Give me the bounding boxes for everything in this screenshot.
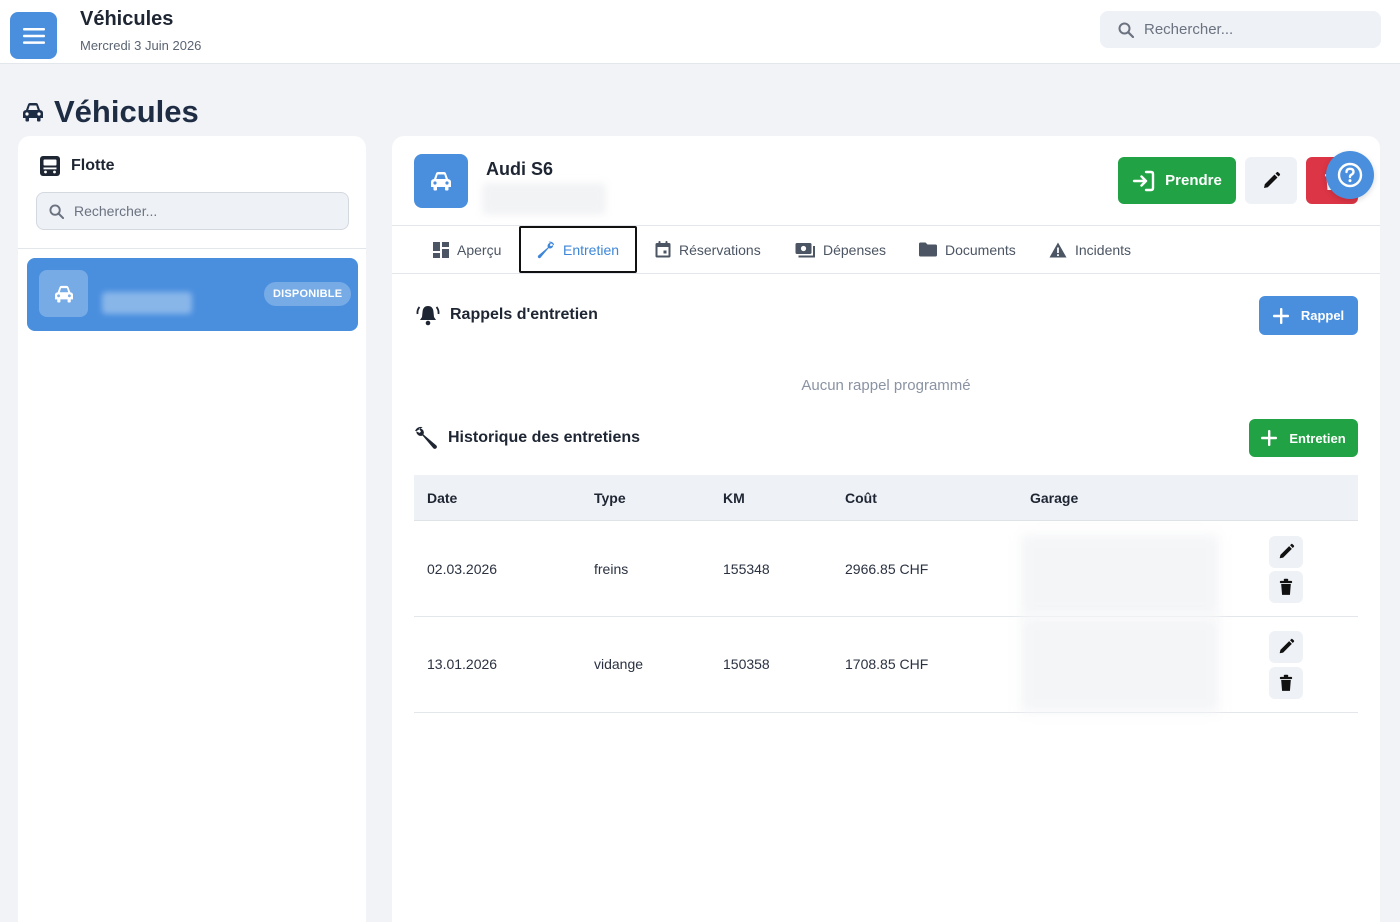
delete-row-button[interactable] [1269,571,1303,603]
tab-reservations[interactable]: Réservations [655,226,761,273]
divider [392,273,1380,274]
take-vehicle-label: Prendre [1165,172,1222,189]
search-icon [49,203,64,219]
table-row: 02.03.2026 freins 155348 2966.85 CHF [414,521,1358,617]
cell-km: 155348 [723,561,770,577]
tab-label: Documents [945,241,1016,258]
reminders-empty-message: Aucun rappel programmé [801,377,971,394]
fleet-search[interactable] [36,192,349,230]
tab-depenses[interactable]: Dépenses [795,226,886,273]
tab-apercu[interactable]: Aperçu [433,226,501,273]
dashboard-icon [433,241,449,258]
plus-icon [1272,307,1289,324]
table-row: 13.01.2026 vidange 150358 1708.85 CHF [414,617,1358,713]
edit-row-button[interactable] [1269,536,1303,568]
table-header: Date Type KM Coût Garage [414,475,1358,521]
redacted-plate [102,292,192,314]
money-icon [795,242,815,257]
fleet-header: Flotte [38,154,115,178]
cell-type: vidange [594,656,644,672]
cell-date: 02.03.2026 [427,561,498,577]
page-heading: Véhicules [22,94,199,130]
trash-icon [1279,674,1293,691]
global-search[interactable] [1100,11,1381,48]
menu-button[interactable] [10,12,57,59]
fleet-header-label: Flotte [71,157,115,174]
vehicle-detail-panel: Audi S6 Prendre Aperçu Entretien Réserva… [392,136,1380,922]
delete-row-button[interactable] [1269,667,1303,699]
plus-icon [1261,430,1278,446]
sign-in-icon [1132,170,1155,191]
history-title-label: Historique des entretiens [448,429,641,446]
bell-icon [416,306,440,326]
folder-icon [919,242,937,257]
vehicle-name: Audi S6 [102,399,155,415]
fleet-search-input[interactable] [74,203,334,219]
add-reminder-button[interactable]: Rappel [1259,296,1358,335]
vehicle-title: Audi S6 [486,159,554,179]
question-circle-icon [1337,162,1363,188]
tab-incidents[interactable]: Incidents [1049,226,1131,273]
add-reminder-label: Rappel [1300,308,1345,323]
redacted-garage [1021,535,1219,615]
edit-row-button[interactable] [1269,631,1303,663]
cell-cost: 2966.85 CHF [845,561,929,577]
vehicle-list-item[interactable]: Audi S6 DISPONIBLE [27,258,358,415]
tab-label: Entretien [563,241,620,258]
car-icon [23,103,43,122]
take-vehicle-button[interactable]: Prendre [1118,157,1236,204]
hamburger-icon [22,27,45,44]
column-header-date: Date [427,490,458,506]
tab-label: Dépenses [823,241,887,258]
column-header-type: Type [594,490,626,506]
reminders-section-title: Rappels d'entretien [416,304,598,326]
current-date: Mercredi 3 Juin 2026 [80,38,202,53]
edit-vehicle-button[interactable] [1245,157,1297,204]
car-icon [54,285,73,303]
help-button[interactable] [1326,151,1374,199]
redacted-plate [482,183,606,215]
wrench-icon [415,426,437,449]
history-section-title: Historique des entretiens [414,426,640,450]
column-header-garage: Garage [1030,490,1079,506]
redacted-garage [1021,617,1219,712]
tab-entretien[interactable]: Entretien [519,226,638,273]
top-bar: Véhicules Mercredi 3 Juin 2026 [0,0,1400,64]
cell-km: 150358 [723,656,770,672]
wrench-icon [537,241,555,258]
calendar-icon [655,241,671,258]
add-maintenance-button[interactable]: Entretien [1249,419,1358,457]
vehicle-avatar [414,154,468,208]
tab-label: Aperçu [457,241,502,258]
status-badge: DISPONIBLE [264,282,352,306]
cell-cost: 1708.85 CHF [845,656,929,672]
tab-documents[interactable]: Documents [919,226,1016,273]
maintenance-table: Date Type KM Coût Garage 02.03.2026 frei… [414,475,1358,713]
add-maintenance-label: Entretien [1289,430,1346,446]
column-header-cost: Coût [845,490,877,506]
cell-type: freins [594,561,629,577]
vehicle-avatar [39,270,88,317]
reminders-title-label: Rappels d'entretien [450,306,598,323]
pencil-icon [1264,171,1281,188]
app-title: Véhicules [80,8,174,30]
pencil-icon [1279,543,1295,559]
bus-icon [40,156,60,176]
column-header-km: KM [723,490,745,506]
page-title: Véhicules [54,94,199,129]
cell-date: 13.01.2026 [427,656,498,672]
warning-icon [1049,242,1067,257]
search-icon [1118,22,1134,38]
pencil-icon [1279,638,1295,654]
car-icon [431,172,451,191]
divider [18,248,366,249]
trash-icon [1279,578,1293,595]
tab-label: Incidents [1075,241,1132,258]
fleet-sidebar: Flotte Audi S6 DISPONIBLE [18,136,366,922]
tab-label: Réservations [679,241,761,258]
global-search-input[interactable] [1144,21,1364,38]
